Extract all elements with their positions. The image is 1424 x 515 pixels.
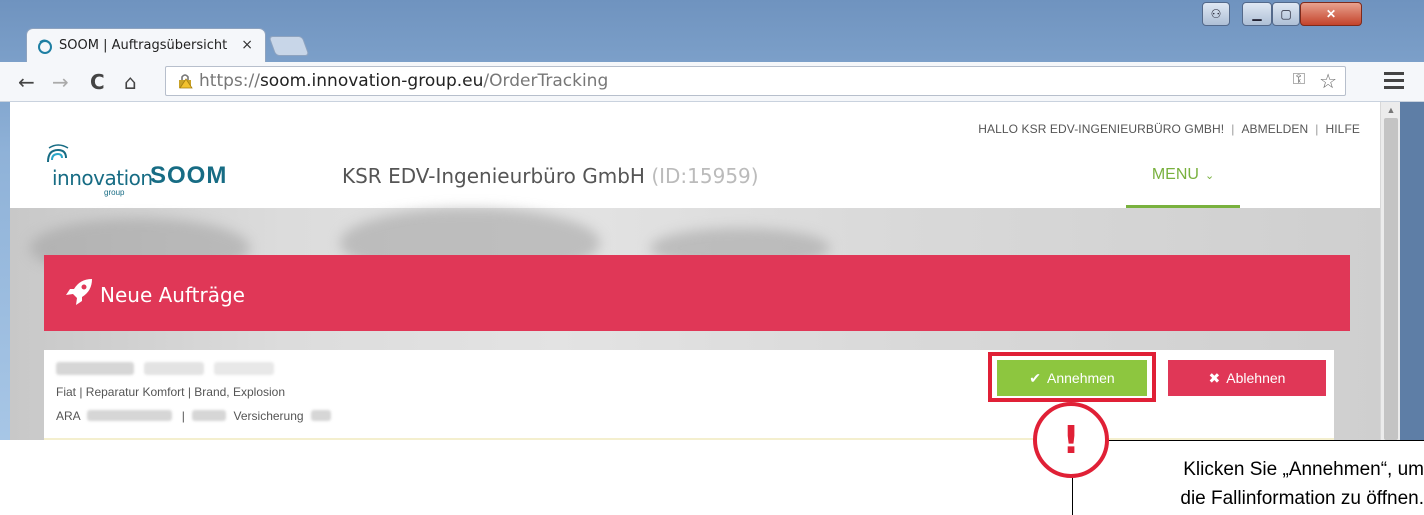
desktop-background: [1400, 102, 1424, 440]
browser-menu-icon[interactable]: [1384, 68, 1404, 93]
order-vehicle-details: Fiat | Reparatur Komfort | Brand, Explos…: [56, 385, 286, 399]
window-minimize-button[interactable]: ▁: [1242, 2, 1272, 26]
new-orders-panel-header: Neue Aufträge: [44, 255, 1350, 331]
soom-favicon-icon: [38, 39, 52, 54]
close-x-icon: ✖: [1208, 369, 1221, 386]
browser-titlebar: SOOM | Auftragsübersicht × ⚇ ▁ ▢ ✕: [0, 0, 1424, 62]
scrollbar-thumb[interactable]: [1384, 118, 1398, 440]
window-maximize-button[interactable]: ▢: [1272, 2, 1300, 26]
back-arrow-icon[interactable]: ←: [18, 70, 35, 94]
ssl-warning-icon: [179, 74, 193, 89]
forward-arrow-icon[interactable]: →: [52, 70, 69, 94]
decline-button[interactable]: ✖ Ablehnen: [1168, 360, 1326, 396]
order-ara-insurance: ARA | Versicherung: [56, 409, 331, 423]
window-user-button[interactable]: ⚇: [1202, 2, 1230, 26]
new-tab-button[interactable]: [268, 36, 310, 56]
redacted-insurer: [192, 410, 227, 421]
logo-subtext: group: [104, 188, 125, 197]
address-bar[interactable]: https://soom.innovation-group.eu/OrderTr…: [165, 66, 1346, 96]
main-menu-button[interactable]: MENU ⌄: [1126, 166, 1240, 206]
logout-link[interactable]: ABMELDEN: [1241, 122, 1308, 136]
logo-swirl-icon: [47, 144, 69, 163]
redacted-insurance-suffix: [310, 410, 331, 421]
accept-button-highlight: [988, 352, 1156, 402]
redacted-order-number: [56, 362, 134, 375]
nav-separator: |: [1231, 122, 1235, 136]
reload-icon[interactable]: C: [90, 70, 105, 94]
callout-line-2: die Fallinformation zu öffnen.: [1180, 488, 1424, 509]
callout-line-1: Klicken Sie „Annehmen“, um: [1183, 459, 1424, 480]
order-item: Fiat | Reparatur Komfort | Brand, Explos…: [44, 350, 1334, 440]
vertical-scrollbar[interactable]: ▲: [1380, 102, 1400, 440]
address-url: https://soom.innovation-group.eu/OrderTr…: [199, 71, 609, 91]
scroll-up-arrow-icon[interactable]: ▲: [1381, 102, 1401, 118]
top-nav: HALLO KSR EDV-INGENIEURBÜRO GMBH! | ABMELD…: [10, 122, 1360, 136]
browser-window: SOOM | Auftragsübersicht × ⚇ ▁ ▢ ✕ ← → C…: [0, 0, 1424, 440]
redacted-ara: [87, 410, 173, 421]
decline-label: Ablehnen: [1226, 370, 1286, 386]
greeting-text: HALLO KSR EDV-INGENIEURBÜRO GMBH!: [978, 122, 1225, 136]
callout-instruction: Klicken Sie „Annehmen“, um die Fallinfor…: [1088, 455, 1424, 513]
redacted-order-field: [214, 362, 274, 375]
chevron-down-icon: ⌄: [1204, 170, 1215, 182]
help-link[interactable]: HILFE: [1325, 122, 1360, 136]
tab-close-icon[interactable]: ×: [241, 37, 253, 53]
page-viewport: HALLO KSR EDV-INGENIEURBÜRO GMBH! | ABMELD…: [10, 102, 1380, 440]
browser-tab[interactable]: SOOM | Auftragsübersicht ×: [26, 28, 266, 62]
key-icon[interactable]: ⚿: [1293, 71, 1305, 89]
redacted-order-field: [144, 362, 204, 375]
panel-title: Neue Aufträge: [100, 283, 245, 307]
innovation-group-logo[interactable]: innovation group: [46, 144, 153, 204]
rocket-icon: [66, 279, 92, 305]
nav-separator: |: [1315, 122, 1319, 136]
company-heading: KSR EDV-Ingenieurbüro GmbH (ID:15959): [342, 164, 759, 188]
home-icon[interactable]: ⌂: [124, 70, 137, 94]
tab-title: SOOM | Auftragsübersicht: [59, 38, 228, 53]
window-close-button[interactable]: ✕: [1300, 2, 1362, 26]
screenshot-stage: SOOM | Auftragsübersicht × ⚇ ▁ ▢ ✕ ← → C…: [0, 0, 1424, 515]
brand-name[interactable]: SOOM: [150, 162, 227, 190]
logo-wordmark: innovation: [52, 166, 153, 190]
bookmark-star-icon[interactable]: ☆: [1319, 69, 1337, 94]
